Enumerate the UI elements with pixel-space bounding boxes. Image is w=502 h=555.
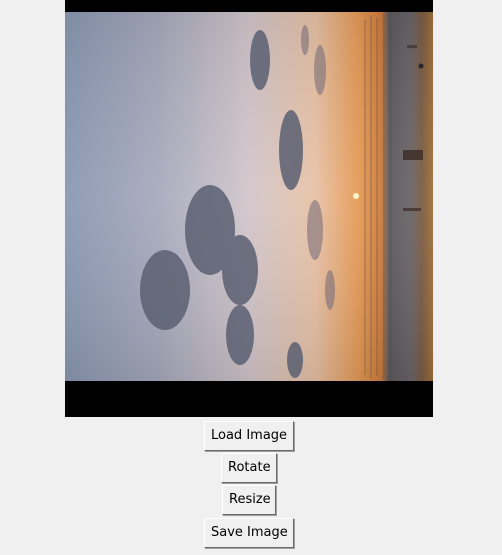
save-image-button[interactable]: Save Image	[204, 518, 294, 548]
rotate-button[interactable]: Rotate	[221, 453, 277, 483]
load-image-button[interactable]: Load Image	[204, 421, 294, 451]
sunset-photo	[65, 0, 433, 417]
image-editor-window: Load Image Rotate Resize Save Image	[0, 0, 502, 555]
resize-button[interactable]: Resize	[222, 485, 276, 515]
image-canvas	[65, 0, 433, 417]
